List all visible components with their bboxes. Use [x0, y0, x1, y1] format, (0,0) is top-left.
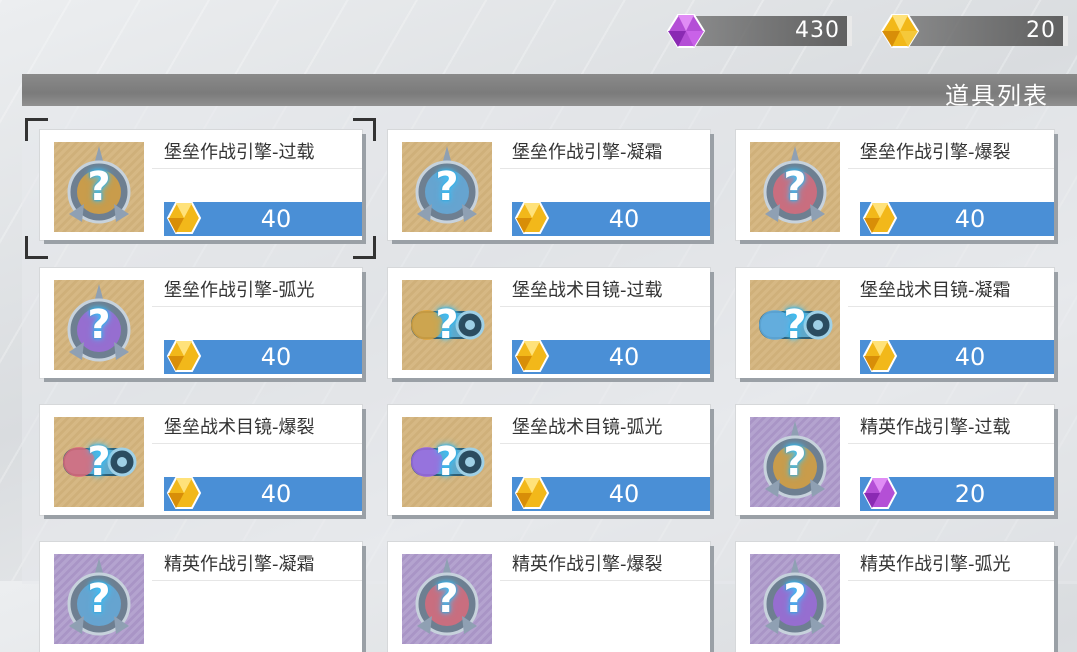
item-price: 40	[954, 343, 986, 371]
unknown-question-icon: ?	[435, 164, 459, 210]
gold-currency-display: 20	[880, 14, 1068, 48]
purple-currency-amount: 430	[795, 18, 840, 43]
name-divider	[848, 443, 1054, 444]
selection-corner-bottom-left	[25, 236, 48, 259]
unknown-question-icon: ?	[783, 576, 807, 622]
panel-title: 道具列表	[945, 82, 1049, 110]
gold-crystal-icon	[166, 477, 202, 509]
item-name: 精英作战引擎-凝霜	[164, 554, 315, 575]
shop-item-card[interactable]: ? 堡垒战术目镜-过载 40	[388, 268, 710, 378]
item-price: 40	[260, 205, 292, 233]
selection-corner-bottom-right	[353, 236, 376, 259]
shop-item-card[interactable]: ? 精英作战引擎-爆裂	[388, 542, 710, 652]
unknown-question-icon: ?	[87, 302, 111, 348]
unknown-question-icon: ?	[435, 302, 459, 348]
item-price: 40	[608, 205, 640, 233]
name-divider	[152, 168, 362, 169]
gold-crystal-icon	[514, 202, 550, 234]
item-name: 堡垒作战引擎-爆裂	[860, 142, 1011, 163]
panel-header: 道具列表	[22, 74, 1077, 110]
gold-crystal-icon	[166, 202, 202, 234]
gold-crystal-icon	[862, 340, 898, 372]
shop-item-card[interactable]: ? 堡垒作战引擎-弧光 40	[40, 268, 362, 378]
item-thumbnail: ?	[402, 280, 492, 370]
purple-currency-display: 430	[666, 14, 852, 48]
shop-item-card[interactable]: ? 堡垒作战引擎-过载 40	[40, 130, 362, 240]
unknown-question-icon: ?	[435, 439, 459, 485]
item-price: 20	[954, 480, 986, 508]
item-thumbnail: ?	[750, 142, 840, 232]
item-thumbnail: ?	[750, 280, 840, 370]
unknown-question-icon: ?	[87, 576, 111, 622]
name-divider	[500, 306, 710, 307]
name-divider	[500, 443, 710, 444]
item-name: 堡垒作战引擎-凝霜	[512, 142, 663, 163]
item-name: 堡垒战术目镜-爆裂	[164, 417, 315, 438]
unknown-question-icon: ?	[87, 164, 111, 210]
shop-item-card[interactable]: ? 堡垒作战引擎-爆裂 40	[736, 130, 1054, 240]
selection-corner-top-right	[353, 118, 376, 141]
item-thumbnail: ?	[54, 417, 144, 507]
item-thumbnail: ?	[402, 554, 492, 644]
name-divider	[152, 306, 362, 307]
purple-crystal-icon	[666, 14, 706, 48]
item-price: 40	[954, 205, 986, 233]
name-divider	[152, 443, 362, 444]
item-thumbnail: ?	[54, 554, 144, 644]
gold-crystal-icon	[862, 202, 898, 234]
item-thumbnail: ?	[54, 142, 144, 232]
selection-corner-top-left	[25, 118, 48, 141]
item-name: 精英作战引擎-弧光	[860, 554, 1011, 575]
name-divider	[848, 168, 1054, 169]
item-price: 40	[260, 343, 292, 371]
gold-currency-amount: 20	[1026, 18, 1056, 43]
unknown-question-icon: ?	[435, 576, 459, 622]
item-thumbnail: ?	[402, 142, 492, 232]
shop-item-card[interactable]: ? 精英作战引擎-过载 20	[736, 405, 1054, 515]
item-thumbnail: ?	[402, 417, 492, 507]
item-name: 堡垒作战引擎-弧光	[164, 280, 315, 301]
purple-crystal-icon	[862, 477, 898, 509]
item-thumbnail: ?	[750, 554, 840, 644]
item-price: 40	[260, 480, 292, 508]
item-name: 堡垒作战引擎-过载	[164, 142, 315, 163]
name-divider	[848, 306, 1054, 307]
shop-item-card[interactable]: ? 堡垒战术目镜-弧光 40	[388, 405, 710, 515]
shop-item-card[interactable]: ? 堡垒战术目镜-凝霜 40	[736, 268, 1054, 378]
item-thumbnail: ?	[54, 280, 144, 370]
unknown-question-icon: ?	[783, 164, 807, 210]
gold-crystal-icon	[514, 340, 550, 372]
unknown-question-icon: ?	[783, 439, 807, 485]
gold-crystal-icon	[166, 340, 202, 372]
item-name: 堡垒战术目镜-凝霜	[860, 280, 1011, 301]
shop-item-card[interactable]: ? 堡垒作战引擎-凝霜 40	[388, 130, 710, 240]
item-name: 精英作战引擎-过载	[860, 417, 1011, 438]
name-divider	[500, 168, 710, 169]
shop-item-card[interactable]: ? 堡垒战术目镜-爆裂 40	[40, 405, 362, 515]
gold-crystal-icon	[880, 14, 920, 48]
shop-item-card[interactable]: ? 精英作战引擎-弧光	[736, 542, 1054, 652]
item-name: 精英作战引擎-爆裂	[512, 554, 663, 575]
item-thumbnail: ?	[750, 417, 840, 507]
unknown-question-icon: ?	[87, 439, 111, 485]
unknown-question-icon: ?	[783, 302, 807, 348]
item-price: 40	[608, 480, 640, 508]
shop-item-card[interactable]: ? 精英作战引擎-凝霜	[40, 542, 362, 652]
item-name: 堡垒战术目镜-弧光	[512, 417, 663, 438]
item-name: 堡垒战术目镜-过载	[512, 280, 663, 301]
item-price: 40	[608, 343, 640, 371]
gold-crystal-icon	[514, 477, 550, 509]
